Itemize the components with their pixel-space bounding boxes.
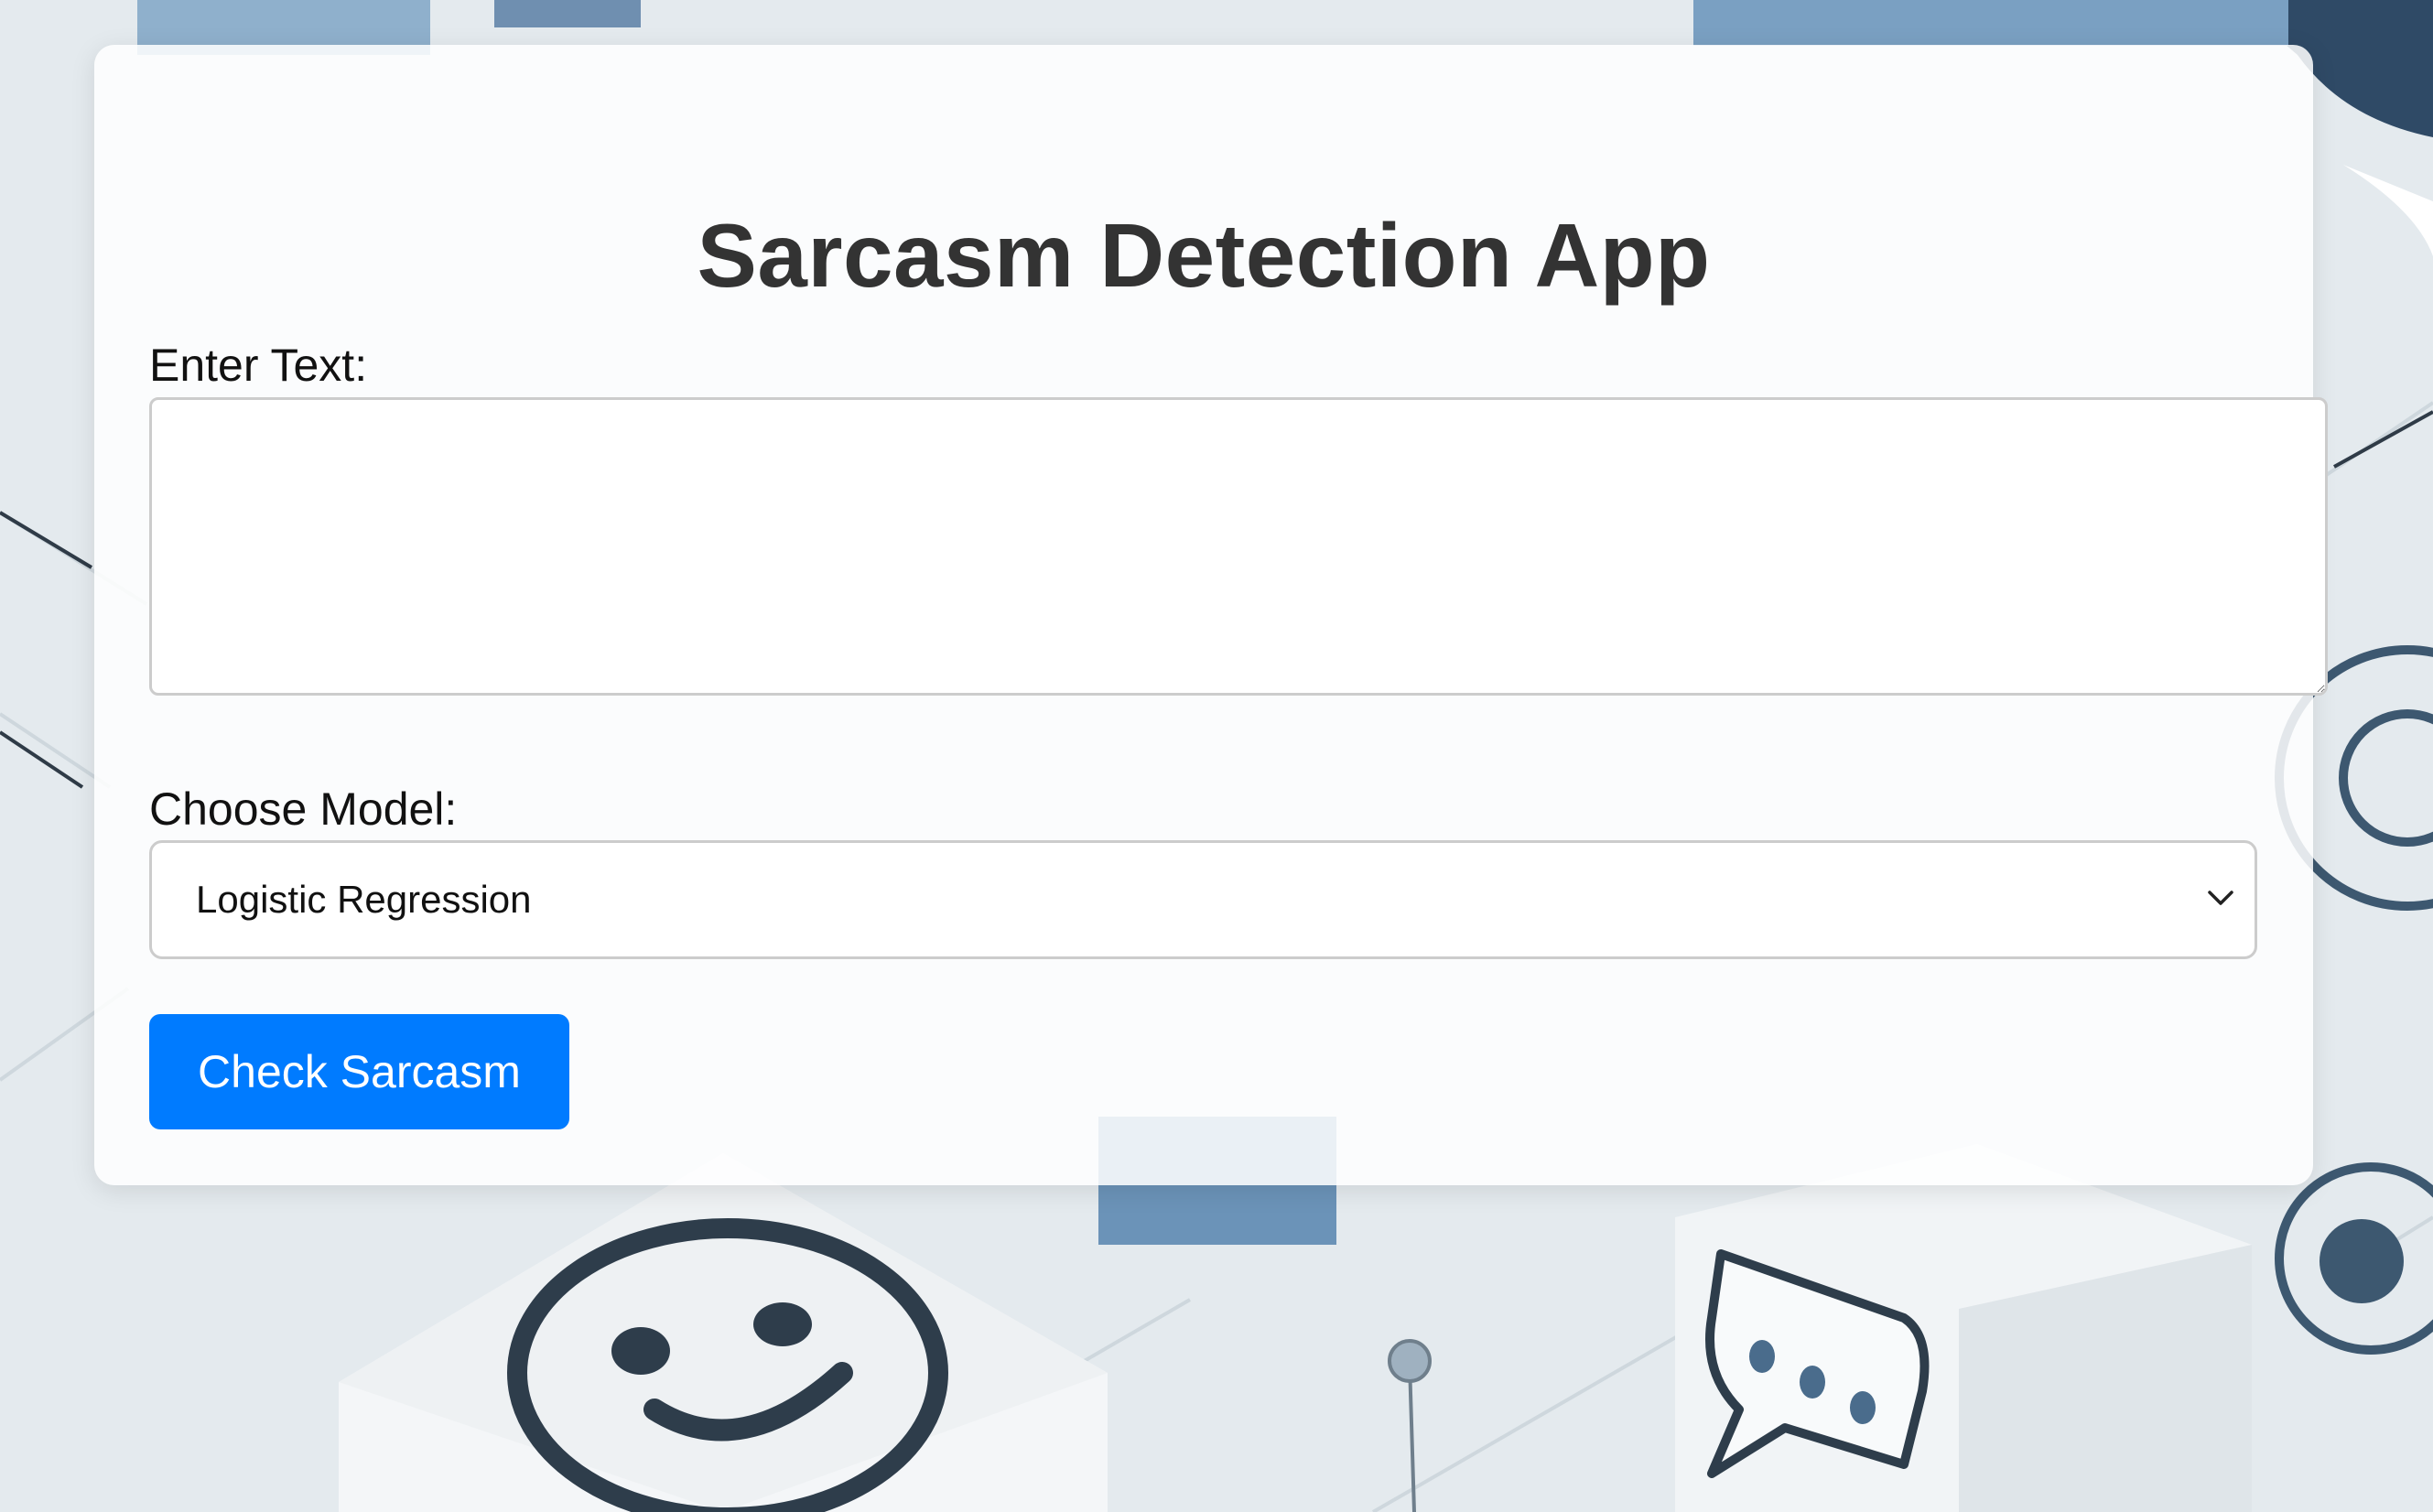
main-card: Sarcasm Detection App Enter Text: Choose… (94, 45, 2328, 1185)
text-input-label: Enter Text: (149, 340, 368, 391)
model-select-value: Logistic Regression (196, 878, 532, 921)
model-select-label: Choose Model: (149, 783, 458, 835)
check-sarcasm-button[interactable]: Check Sarcasm (149, 1014, 569, 1129)
model-select[interactable]: Logistic Regression (149, 840, 2257, 959)
chevron-down-icon (2208, 891, 2233, 905)
text-input-area[interactable] (149, 397, 2328, 696)
page-title: Sarcasm Detection App (697, 205, 1711, 306)
